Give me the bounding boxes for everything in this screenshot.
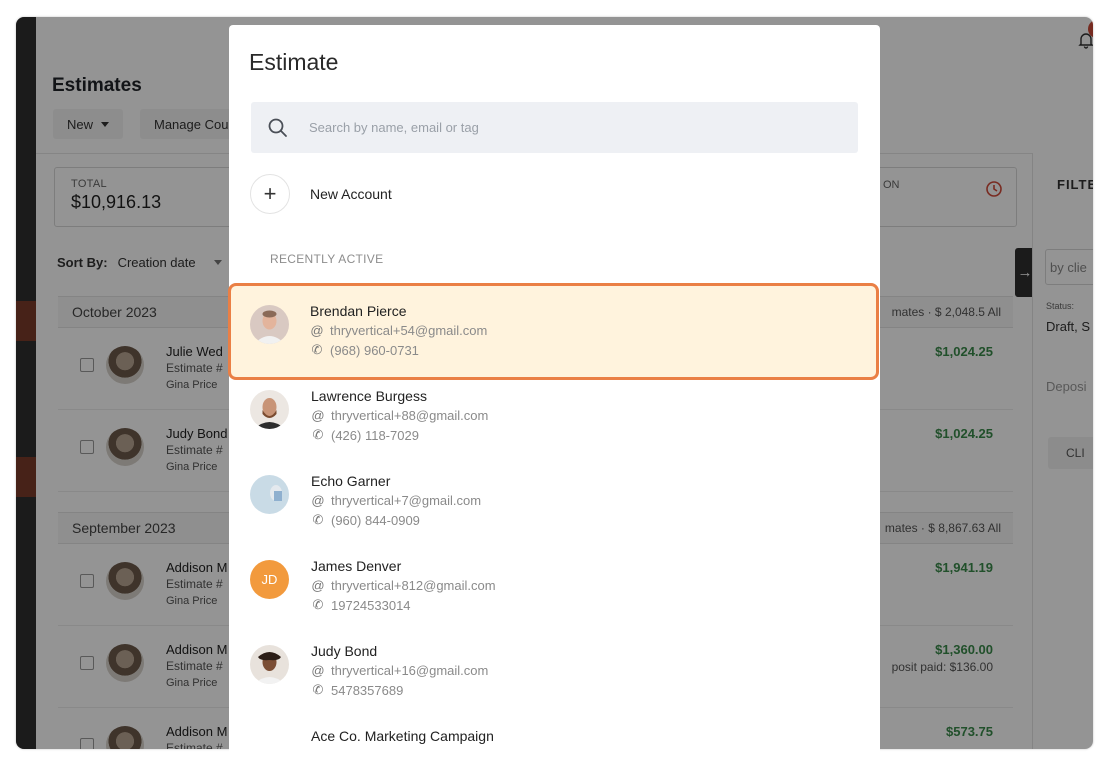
modal-title: Estimate — [249, 49, 339, 75]
contact-email-text: thryvertical+7@gmail.com — [331, 493, 482, 508]
contact-phone-text: (968) 960-0731 — [330, 342, 419, 358]
plus-icon: + — [250, 174, 290, 214]
contact-item[interactable]: Echo Garner @ thryvertical+7@gmail.com ✆ (… — [229, 451, 880, 536]
phone-icon: ✆ — [312, 427, 324, 442]
contact-email-text: thryvertical+88@gmail.com — [331, 408, 489, 423]
contact-phone-text: 19724533014 — [331, 597, 411, 613]
avatar — [250, 475, 289, 514]
contact-phone: ✆ (968) 960-0731 — [310, 342, 419, 358]
contact-phone-text: (426) 118-7029 — [331, 427, 419, 443]
contact-email: @ thryvertical+88@gmail.com — [311, 408, 488, 423]
search-input[interactable] — [309, 102, 829, 153]
search-box[interactable] — [251, 102, 858, 153]
avatar — [250, 305, 289, 344]
contact-name: Brendan Pierce — [310, 303, 407, 319]
at-icon: @ — [311, 408, 325, 423]
search-icon — [268, 118, 287, 137]
at-icon: @ — [311, 493, 325, 508]
section-label: RECENTLY ACTIVE — [270, 252, 384, 266]
contact-item[interactable]: Judy Bond @ thryvertical+16@gmail.com ✆ 54… — [229, 621, 880, 706]
contact-item[interactable]: Lawrence Burgess @ thryvertical+88@gmail.… — [229, 366, 880, 451]
avatar: JD — [250, 560, 289, 599]
contact-email-text: thryvertical+54@gmail.com — [330, 323, 488, 338]
avatar — [250, 645, 289, 684]
contact-email: @ thryvertical+54@gmail.com — [310, 323, 487, 338]
phone-icon: ✆ — [312, 597, 324, 612]
contact-phone: ✆ 5478357689 — [311, 682, 404, 698]
avatar — [250, 390, 289, 429]
contact-item[interactable]: Ace Co. Marketing Campaign — [229, 706, 880, 746]
contact-name: Judy Bond — [311, 643, 378, 659]
contact-phone: ✆ (426) 118-7029 — [311, 427, 419, 443]
contact-name: Echo Garner — [311, 473, 391, 489]
new-account-button[interactable]: + New Account — [250, 174, 392, 214]
phone-icon: ✆ — [311, 342, 323, 357]
at-icon: @ — [311, 663, 325, 678]
phone-icon: ✆ — [312, 682, 324, 697]
contact-phone-text: 5478357689 — [331, 682, 404, 698]
at-icon: @ — [311, 578, 325, 593]
contact-phone-text: (960) 844-0909 — [331, 512, 420, 528]
estimate-modal: Estimate + New Account RECENTLY ACTIVE B… — [228, 25, 880, 765]
contact-item[interactable]: JD James Denver @ thryvertical+812@gmail.… — [229, 536, 880, 621]
contact-email-text: thryvertical+812@gmail.com — [331, 578, 496, 593]
at-icon: @ — [310, 323, 324, 338]
contact-phone: ✆ (960) 844-0909 — [311, 512, 420, 528]
contact-email: @ thryvertical+7@gmail.com — [311, 493, 481, 508]
contact-email: @ thryvertical+16@gmail.com — [311, 663, 488, 678]
phone-icon: ✆ — [312, 512, 324, 527]
contact-email: @ thryvertical+812@gmail.com — [311, 578, 496, 593]
contact-phone: ✆ 19724533014 — [311, 597, 411, 613]
contact-name: Ace Co. Marketing Campaign — [311, 728, 494, 744]
contact-name: James Denver — [311, 558, 402, 574]
new-account-label: New Account — [310, 186, 392, 202]
contact-name: Lawrence Burgess — [311, 388, 427, 404]
contact-email-text: thryvertical+16@gmail.com — [331, 663, 489, 678]
